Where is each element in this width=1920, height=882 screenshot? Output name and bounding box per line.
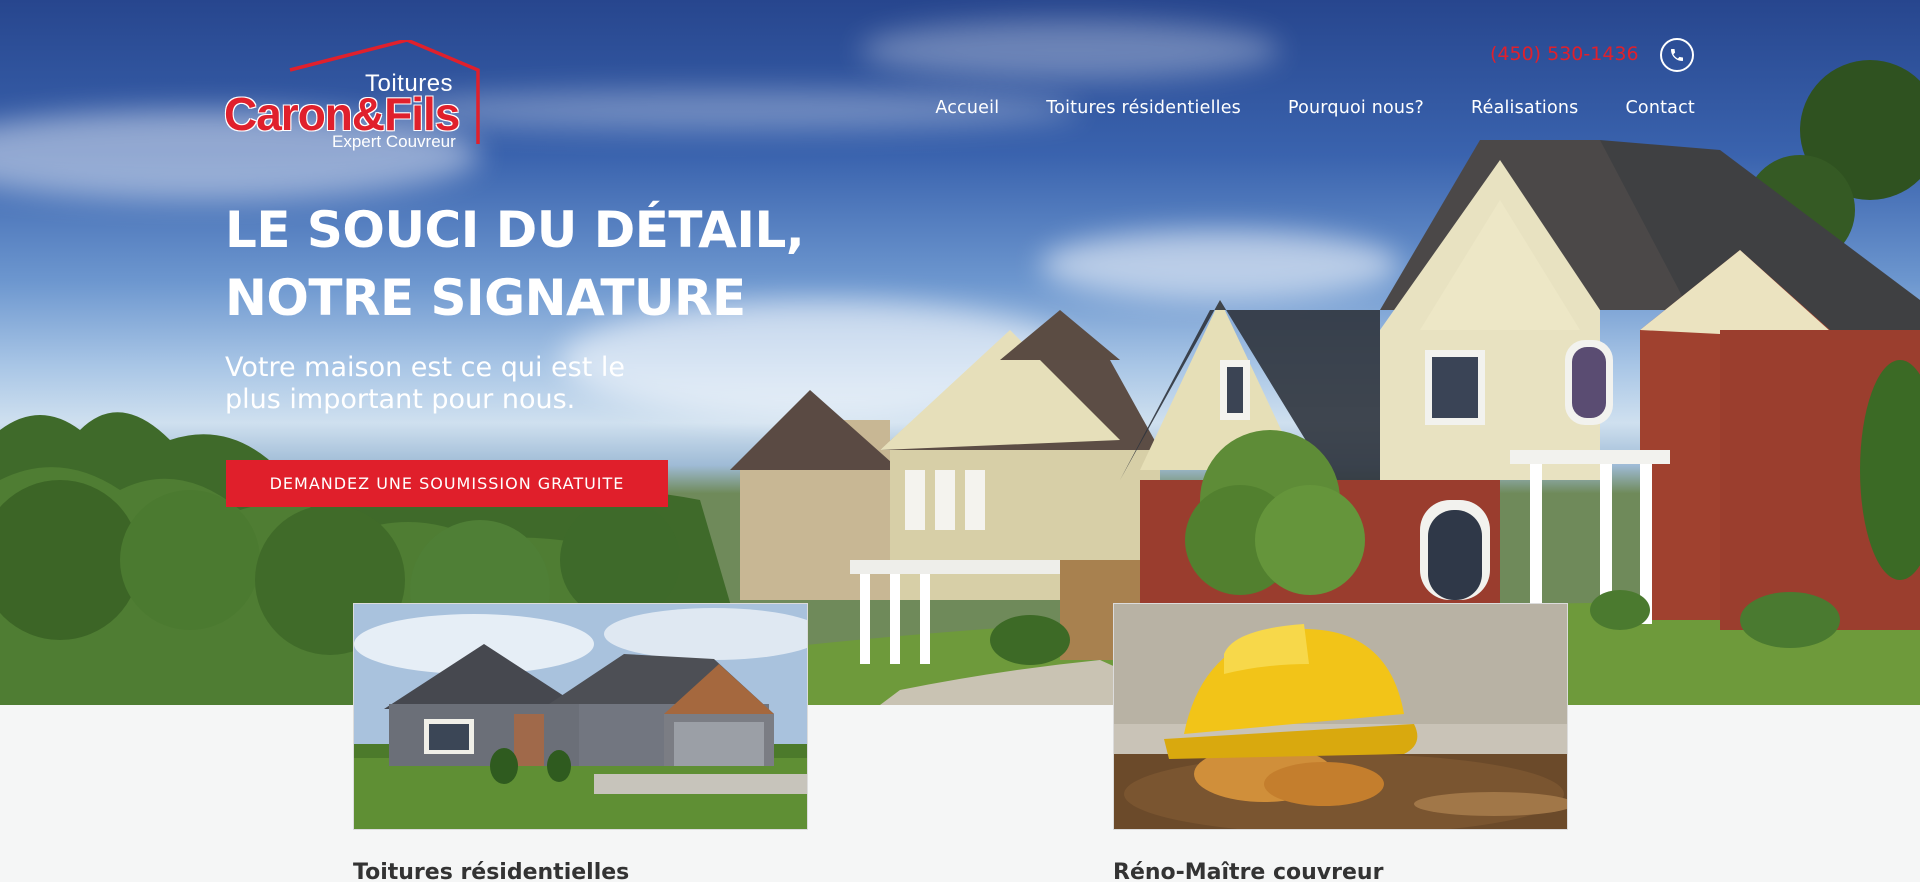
request-quote-button[interactable]: DEMANDEZ UNE SOUMISSION GRATUITE — [226, 460, 668, 507]
hero-subtitle-line1: Votre maison est ce qui est le — [225, 352, 625, 383]
hero-subtitle: Votre maison est ce qui est le plus impo… — [225, 352, 665, 416]
hero-title-line2: NOTRE SIGNATURE — [225, 269, 746, 327]
service-card-reno-maitre[interactable]: Réno-Maître couvreur — [1113, 603, 1568, 882]
nav-item-toitures-residentielles[interactable]: Toitures résidentielles — [1046, 98, 1241, 118]
nav-item-accueil[interactable]: Accueil — [935, 98, 999, 118]
service-card-residential[interactable]: Toitures résidentielles — [353, 603, 808, 882]
phone-link[interactable]: (450) 530-1436 — [1490, 43, 1639, 65]
card-image-house[interactable] — [353, 603, 808, 830]
nav-item-contact[interactable]: Contact — [1626, 98, 1696, 118]
card-title-residential[interactable]: Toitures résidentielles — [353, 860, 808, 882]
hero-title: LE SOUCI DU DÉTAIL, NOTRE SIGNATURE — [225, 196, 865, 332]
card-title-reno-maitre[interactable]: Réno-Maître couvreur — [1113, 860, 1568, 882]
logo-text-expert-couvreur: Expert Couvreur — [332, 132, 456, 151]
card-image-helmet[interactable] — [1113, 603, 1568, 830]
hard-hat-photo — [1114, 604, 1567, 829]
hero-subtitle-line2: plus important pour nous. — [225, 384, 576, 415]
company-logo[interactable]: Toitures Caron&Fils Expert Couvreur — [222, 40, 482, 152]
house-photo — [354, 604, 807, 829]
nav-item-pourquoi-nous[interactable]: Pourquoi nous? — [1288, 98, 1424, 118]
logo-text-caron-fils: Caron&Fils — [224, 88, 460, 140]
hero-title-line1: LE SOUCI DU DÉTAIL, — [225, 201, 805, 259]
nav-item-realisations[interactable]: Réalisations — [1471, 98, 1578, 118]
phone-icon[interactable] — [1660, 38, 1694, 72]
phone-handset-icon — [1671, 49, 1683, 61]
main-nav: Accueil Toitures résidentielles Pourquoi… — [935, 98, 1695, 118]
